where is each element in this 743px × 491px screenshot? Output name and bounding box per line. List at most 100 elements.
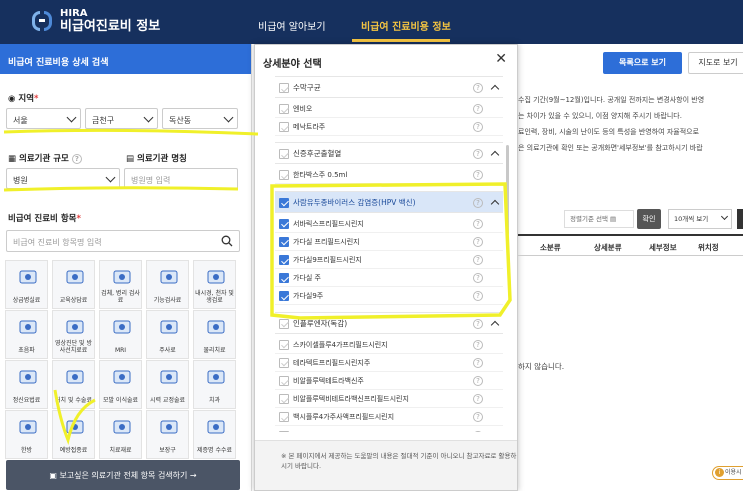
help-icon[interactable]: ? <box>473 170 483 181</box>
hira-logo[interactable]: HIRA 비급여진료비 정보 <box>32 8 160 34</box>
help-icon[interactable]: ? <box>473 291 483 302</box>
checkbox[interactable] <box>279 318 289 329</box>
scale-select[interactable]: 병원 <box>6 168 120 189</box>
modal-item-row[interactable]: 백시플루4가주사액프리필드시린지? <box>275 408 503 427</box>
category-doc[interactable]: 제증명 수수료 <box>193 410 236 459</box>
category-scalpel[interactable]: 처치 및 수술료 <box>52 360 95 409</box>
modal-item-row[interactable]: 비알플루텍비테트라백신프리필드시린지? <box>275 390 503 409</box>
region-sido-select[interactable]: 서울 <box>6 108 81 129</box>
region-dong-select[interactable]: 독산동 <box>162 108 238 129</box>
help-icon[interactable]: ? <box>473 149 483 160</box>
chevron-up-icon[interactable] <box>490 320 500 329</box>
help-icon[interactable]: ? <box>473 236 483 247</box>
checkbox[interactable] <box>279 83 289 93</box>
usage-info-badge[interactable]: 이용시 <box>712 466 743 480</box>
category-acu[interactable]: 한방 <box>5 410 48 459</box>
help-icon[interactable]: ? <box>473 412 483 423</box>
checkbox[interactable] <box>279 170 289 181</box>
search-icon[interactable] <box>221 235 233 247</box>
modal-item-row[interactable]: 가다실 주? <box>275 269 503 288</box>
category-bed[interactable]: 상급병실료 <box>5 260 48 309</box>
checkbox[interactable] <box>279 394 289 405</box>
modal-group-row[interactable]: 수막구균? <box>275 76 503 98</box>
help-icon[interactable]: ? <box>473 122 483 133</box>
checkbox[interactable] <box>279 104 289 114</box>
download-button[interactable] <box>737 209 743 229</box>
category-flask[interactable]: 검체, 병리 검사료 <box>99 260 142 309</box>
category-heat[interactable]: 물리치료 <box>193 310 236 359</box>
category-vaccine[interactable]: 예방접종료 <box>52 410 95 459</box>
checkbox[interactable] <box>279 430 289 432</box>
modal-item-row[interactable]: 스카이셀플루4가프리필드시린지? <box>275 336 503 354</box>
help-icon[interactable]: ? <box>473 357 483 368</box>
checkbox[interactable] <box>279 255 289 265</box>
help-icon[interactable]: ? <box>473 273 483 284</box>
modal-item-row[interactable]: 가다실 프리필드시린지? <box>275 233 503 251</box>
modal-item-row[interactable]: 테라텍트프리필드시린지주? <box>275 354 503 372</box>
checkbox[interactable] <box>279 197 289 208</box>
checkbox[interactable] <box>279 122 289 133</box>
checkbox[interactable] <box>279 149 289 160</box>
checkbox[interactable] <box>279 339 289 350</box>
checkbox[interactable] <box>279 273 289 284</box>
category-hair[interactable]: 모발 이식술료 <box>99 360 142 409</box>
category-crutch[interactable]: 보장구 <box>146 410 189 459</box>
modal-group-row[interactable]: 신증후군출혈열? <box>275 142 503 165</box>
modal-item-row[interactable]: 가다실9주? <box>275 287 503 306</box>
modal-item-row[interactable]: 엔비오? <box>275 100 503 118</box>
modal-item-row[interactable]: 비알플루텍테트라백신주? <box>275 372 503 390</box>
help-icon[interactable]: ? <box>473 430 483 432</box>
checkbox[interactable] <box>279 412 289 423</box>
nav-noncovered-cost-info[interactable]: 비급여 진료비용 정보 <box>361 18 451 33</box>
region-sigungu-select[interactable]: 금천구 <box>85 108 158 129</box>
category-wave[interactable]: 초음파 <box>5 310 48 359</box>
category-bandage[interactable]: 치료재료 <box>99 410 142 459</box>
checkbox[interactable] <box>279 291 289 302</box>
modal-scrollbar[interactable] <box>506 145 509 235</box>
help-icon[interactable]: ? <box>473 83 483 93</box>
help-icon[interactable]: ? <box>473 376 483 386</box>
help-icon[interactable]: ? <box>473 197 483 208</box>
help-icon[interactable]: ? <box>473 339 483 350</box>
category-xray[interactable]: 영상진단 및 방사선치료료 <box>52 310 95 359</box>
help-icon[interactable]: ? <box>473 104 483 114</box>
nav-about-noncovered[interactable]: 비급여 알아보기 <box>258 18 326 33</box>
help-icon[interactable]: ? <box>473 394 483 405</box>
modal-group-row[interactable]: 인플루엔자(독감)? <box>275 311 503 334</box>
checkbox[interactable] <box>279 376 289 386</box>
modal-item-row[interactable]: 가다실9프리필드시린지? <box>275 251 503 269</box>
map-view-button[interactable]: 지도로 보기 <box>688 52 743 74</box>
checkbox[interactable] <box>279 218 289 229</box>
modal-item-row[interactable]: 메낙트라주? <box>275 118 503 137</box>
checkbox[interactable] <box>279 357 289 368</box>
help-icon[interactable]: ? <box>473 318 483 329</box>
modal-item-row[interactable]: 서바릭스프리필드시린지? <box>275 215 503 233</box>
modal-item-row[interactable]: 한타박스주 0.5ml? <box>275 166 503 185</box>
category-scope[interactable]: 내시경, 천자 및 생검료 <box>193 260 236 309</box>
category-label: 검체, 병리 검사료 <box>101 290 140 304</box>
chevron-up-icon[interactable] <box>490 199 500 208</box>
category-pulse[interactable]: 기능검사료 <box>146 260 189 309</box>
category-mri[interactable]: MRI <box>99 310 142 359</box>
category-brain[interactable]: 정신요법료 <box>5 360 48 409</box>
list-view-button[interactable]: 목록으로 보기 <box>603 52 682 74</box>
item-search-input[interactable]: 비급여 진료비 항목명 입력 <box>6 230 240 252</box>
inst-name-input[interactable]: 병원명 입력 <box>124 168 238 189</box>
per-page-select[interactable]: 10개씩 보기 <box>668 209 732 229</box>
category-tooth[interactable]: 치과 <box>193 360 236 409</box>
close-icon[interactable]: ✕ <box>495 51 507 67</box>
chevron-up-icon[interactable] <box>490 151 500 160</box>
confirm-button[interactable]: 확인 <box>637 209 661 229</box>
modal-item-row[interactable]: 지씨플루쿼드리밸런트프리필드시린지주? <box>275 427 503 432</box>
category-talk[interactable]: 교육상담료 <box>52 260 95 309</box>
checkbox[interactable] <box>279 236 289 247</box>
help-icon[interactable]: ? <box>473 255 483 265</box>
category-eye[interactable]: 시력 교정술료 <box>146 360 189 409</box>
help-icon[interactable]: ? <box>473 218 483 229</box>
modal-group-row[interactable]: 사람유두종바이러스 감염증(HPV 백신)? <box>275 190 503 213</box>
search-all-items-button[interactable]: ▣ 보고싶은 의료기관 전체 항목 검색하기 → <box>6 460 240 490</box>
category-syringe[interactable]: 주사료 <box>146 310 189 359</box>
sort-select[interactable]: 정렬기준 선택 ▤ <box>564 210 634 228</box>
help-icon[interactable]: ? <box>71 153 82 164</box>
chevron-up-icon[interactable] <box>490 84 500 94</box>
